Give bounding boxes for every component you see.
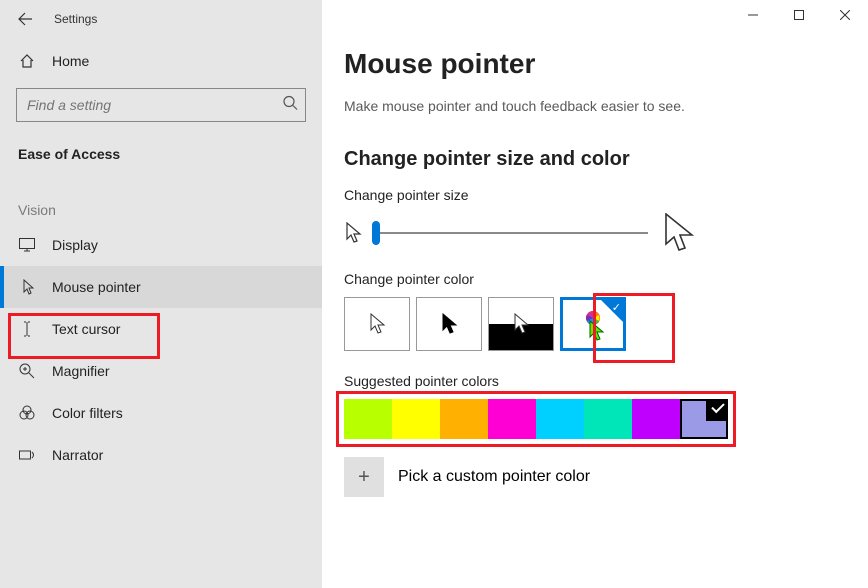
sidebar-item-label: Narrator — [52, 447, 103, 463]
swatch-teal[interactable] — [584, 399, 632, 439]
pointer-size-label: Change pointer size — [344, 187, 868, 203]
slider-track — [376, 232, 648, 234]
pointer-size-slider[interactable] — [376, 223, 648, 243]
swatch-orange[interactable] — [440, 399, 488, 439]
custom-color-label: Pick a custom pointer color — [398, 468, 590, 486]
plus-icon: + — [358, 466, 370, 489]
slider-thumb[interactable] — [372, 221, 380, 245]
swatch-yellow[interactable] — [392, 399, 440, 439]
sidebar-item-label: Color filters — [52, 405, 123, 421]
sidebar-item-mouse-pointer[interactable]: Mouse pointer — [0, 266, 322, 308]
search-icon — [282, 95, 298, 116]
cursor-small-icon — [344, 222, 362, 244]
search-input[interactable] — [16, 88, 306, 122]
titlebar: Settings — [0, 0, 322, 36]
suggested-colors-wrap — [344, 399, 868, 439]
pointer-color-custom[interactable]: ✓ — [560, 297, 626, 351]
nav-home[interactable]: Home — [0, 36, 322, 82]
text-cursor-icon — [18, 320, 36, 338]
cursor-large-icon — [662, 213, 694, 253]
swatch-lavender-selected[interactable] — [680, 399, 728, 439]
sidebar-item-label: Mouse pointer — [52, 279, 141, 295]
swatch-purple[interactable] — [632, 399, 680, 439]
suggested-color-swatches — [344, 399, 868, 439]
page-title: Mouse pointer — [344, 0, 868, 98]
pointer-color-options: ✓ — [344, 297, 868, 351]
custom-color-row: + Pick a custom pointer color — [344, 457, 868, 497]
pointer-color-black[interactable] — [416, 297, 482, 351]
section-heading: Change pointer size and color — [344, 148, 868, 171]
swatch-lime[interactable] — [344, 399, 392, 439]
nav-home-label: Home — [52, 53, 89, 69]
main-content: Mouse pointer Make mouse pointer and tou… — [344, 0, 868, 588]
narrator-icon — [18, 446, 36, 464]
pointer-icon — [18, 278, 36, 296]
display-icon — [18, 236, 36, 254]
sidebar-item-narrator[interactable]: Narrator — [0, 434, 322, 476]
sidebar-item-label: Magnifier — [52, 363, 110, 379]
magnifier-icon — [18, 362, 36, 380]
pointer-color-inverted[interactable] — [488, 297, 554, 351]
app-title: Settings — [54, 12, 97, 26]
sidebar-item-display[interactable]: Display — [0, 224, 322, 266]
pointer-color-label: Change pointer color — [344, 271, 868, 287]
search-wrap — [16, 88, 306, 122]
sidebar-item-label: Display — [52, 237, 98, 253]
pointer-color-white[interactable] — [344, 297, 410, 351]
back-arrow-icon[interactable] — [16, 10, 34, 28]
sidebar-item-color-filters[interactable]: Color filters — [0, 392, 322, 434]
color-filters-icon — [18, 404, 36, 422]
sidebar-item-text-cursor[interactable]: Text cursor — [0, 308, 322, 350]
sidebar-item-magnifier[interactable]: Magnifier — [0, 350, 322, 392]
home-icon — [18, 52, 36, 70]
page-description: Make mouse pointer and touch feedback ea… — [344, 98, 868, 114]
sidebar-item-label: Text cursor — [52, 321, 120, 337]
pointer-size-row — [344, 213, 868, 253]
swatch-cyan[interactable] — [536, 399, 584, 439]
category-heading: Ease of Access — [0, 132, 322, 170]
check-icon: ✓ — [612, 301, 621, 314]
add-custom-color-button[interactable]: + — [344, 457, 384, 497]
suggested-colors-label: Suggested pointer colors — [344, 373, 868, 389]
sidebar: Settings Home Ease of Access Vision Disp… — [0, 0, 322, 588]
swatch-magenta[interactable] — [488, 399, 536, 439]
group-heading: Vision — [0, 170, 322, 224]
